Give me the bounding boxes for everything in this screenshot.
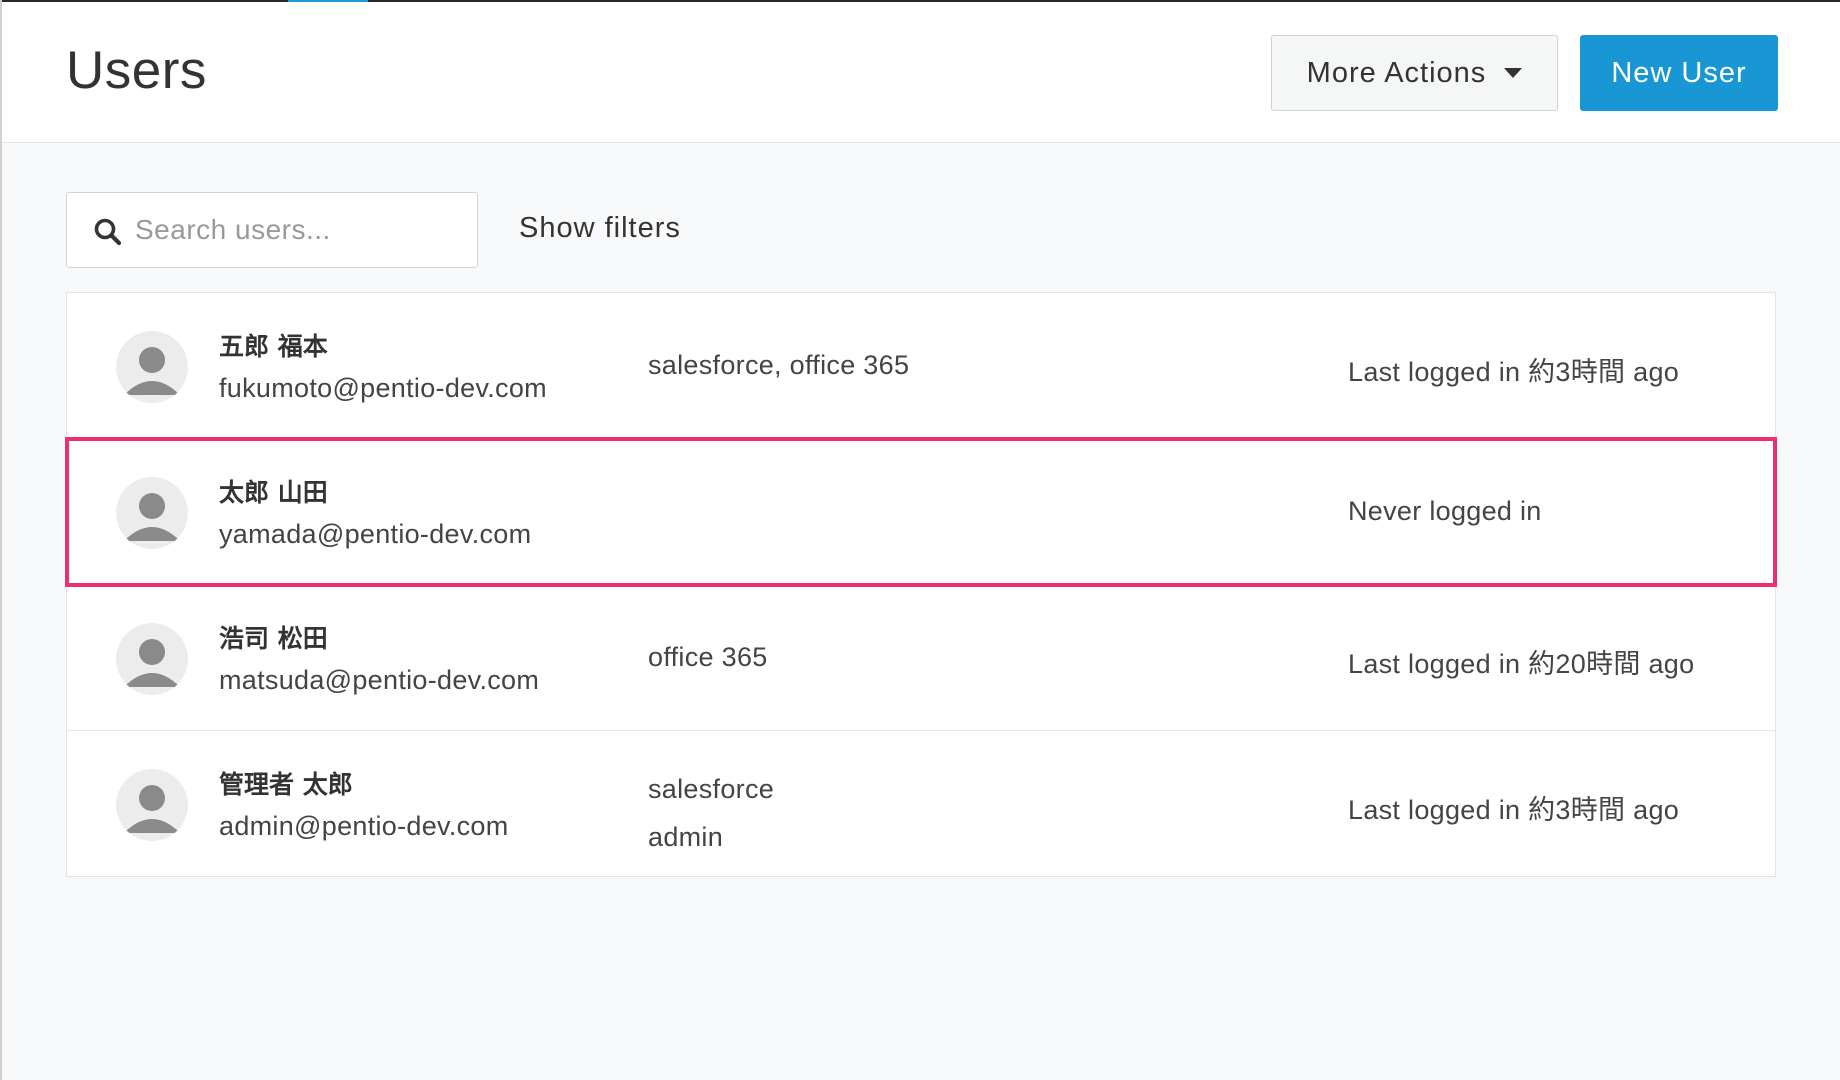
user-row[interactable]: 五郎 福本 fukumoto@pentio-dev.com salesforce… [67,293,1775,439]
user-group-item: admin [648,822,724,852]
user-avatar-icon [124,347,180,395]
search-input[interactable] [135,195,465,265]
user-last-login-status: Last logged in 約3時間 ago [1348,795,1680,825]
user-last-login-status: Never logged in [1348,496,1542,526]
user-list: 五郎 福本 fukumoto@pentio-dev.com salesforce… [65,292,1777,877]
user-avatar-icon [124,639,180,687]
user-groups: office 365 [648,642,768,672]
user-groups: salesforce admin [648,765,774,861]
page-title: Users [66,41,207,100]
show-filters-link[interactable]: Show filters [519,212,681,245]
more-actions-button[interactable]: More Actions [1271,35,1558,111]
user-row[interactable]: 管理者 太郎 admin@pentio-dev.com salesforce ad… [67,731,1775,877]
search-box[interactable] [66,192,478,268]
avatar [116,331,188,403]
new-user-button[interactable]: New User [1580,35,1778,111]
user-row[interactable]: 浩司 松田 matsuda@pentio-dev.com office 365 … [67,585,1775,731]
avatar [116,769,188,841]
user-groups: salesforce, office 365 [648,350,910,380]
user-avatar-icon [124,493,180,541]
user-name: 浩司 松田 [219,624,328,653]
search-icon [94,218,122,246]
window-left-border [0,0,2,1080]
user-row[interactable]: 太郎 山田 yamada@pentio-dev.com Never logged… [65,437,1777,587]
user-group-item: salesforce [648,774,775,804]
page-header: Users More Actions New User [2,2,1840,143]
caret-down-icon [1504,68,1523,78]
more-actions-label: More Actions [1306,56,1487,89]
user-avatar-icon [124,785,180,833]
new-user-label: New User [1611,56,1747,89]
user-last-login-status: Last logged in 約3時間 ago [1348,357,1680,387]
avatar [116,477,188,549]
user-name: 太郎 山田 [219,478,328,507]
user-email: admin@pentio-dev.com [219,811,509,841]
user-name: 五郎 福本 [219,332,328,361]
user-email: yamada@pentio-dev.com [219,519,532,549]
user-email: fukumoto@pentio-dev.com [219,373,547,403]
avatar [116,623,188,695]
user-email: matsuda@pentio-dev.com [219,665,540,695]
user-name: 管理者 太郎 [219,770,353,799]
user-last-login-status: Last logged in 約20時間 ago [1348,649,1695,679]
